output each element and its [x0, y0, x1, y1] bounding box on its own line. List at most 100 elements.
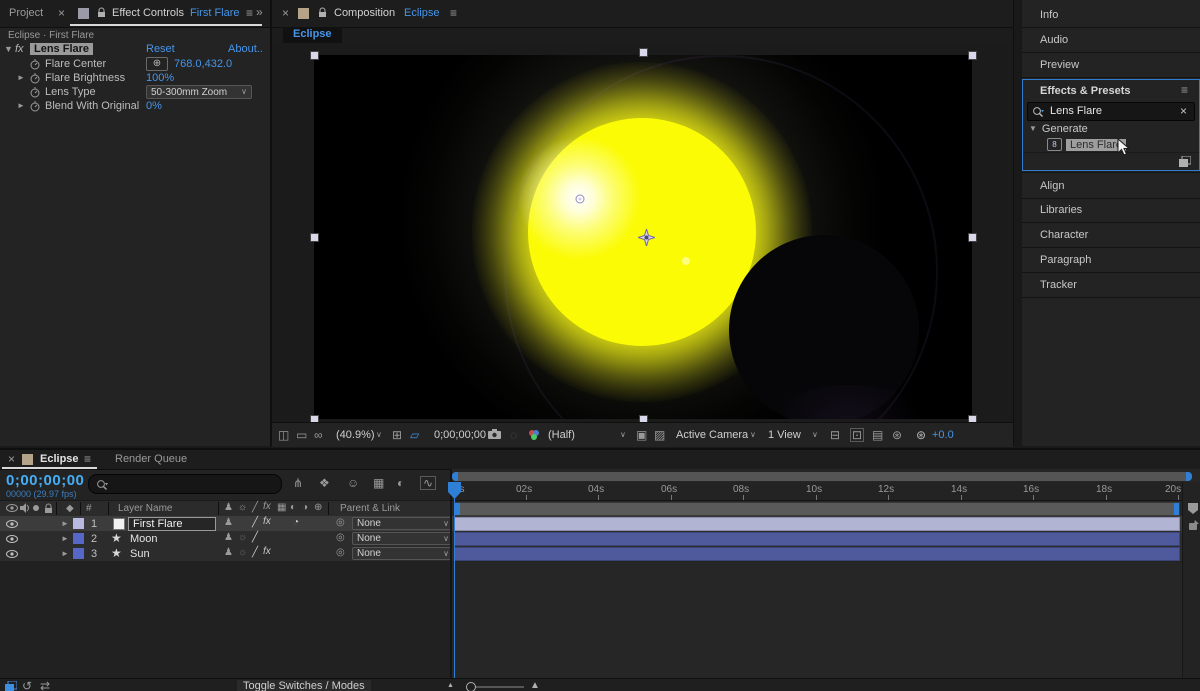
expand-property-icon[interactable]: ►: [17, 74, 25, 82]
lock-icon[interactable]: [97, 7, 106, 18]
threed-column-icon[interactable]: ⊕: [314, 503, 322, 513]
quality-toggle[interactable]: ╱: [252, 548, 258, 558]
parent-dropdown[interactable]: None ∨: [352, 547, 454, 560]
shy-column-icon[interactable]: ♟: [224, 503, 233, 513]
effects-search-box[interactable]: Lens Flare ×: [1027, 102, 1195, 121]
expand-property-icon[interactable]: ►: [17, 102, 25, 110]
shy-toggle[interactable]: ♟: [224, 548, 233, 558]
layer-label-chip[interactable]: [73, 518, 84, 529]
comp-timecode[interactable]: 0;00;00;00: [434, 429, 486, 441]
collapse-group-icon[interactable]: ▼: [1029, 125, 1037, 133]
tab-render-queue[interactable]: Render Queue: [115, 453, 187, 465]
selection-handle[interactable]: [968, 51, 977, 60]
effects-group-generate[interactable]: ▼ Generate: [1023, 122, 1199, 136]
work-area-start[interactable]: [455, 503, 460, 515]
layer-list-empty[interactable]: [0, 561, 450, 678]
parent-dropdown[interactable]: None ∨: [352, 532, 454, 545]
selection-handle[interactable]: [968, 415, 977, 422]
motion-blur-toggle[interactable]: ◔: [293, 518, 299, 528]
zoom-out-mountain-icon[interactable]: ▲: [447, 682, 454, 689]
draft-3d-icon[interactable]: ❖: [319, 477, 330, 489]
clear-search-icon[interactable]: ×: [1180, 105, 1187, 117]
navigator-start-handle[interactable]: [452, 472, 458, 481]
snapshot-camera-icon[interactable]: [488, 429, 501, 439]
view-layout-value[interactable]: 1 View: [768, 429, 801, 441]
timeline-graph-icon[interactable]: ⊛: [892, 429, 902, 441]
exposure-icon[interactable]: ⊛: [916, 429, 926, 441]
sidebar-item-libraries[interactable]: Libraries: [1022, 197, 1200, 223]
expand-effect-icon[interactable]: ▼: [4, 45, 13, 54]
lock-column-icon[interactable]: [44, 503, 53, 514]
stopwatch-icon[interactable]: [30, 73, 40, 84]
grid-guides-icon[interactable]: ⊞: [392, 429, 402, 441]
tab-timeline-eclipse[interactable]: Eclipse: [40, 453, 79, 465]
label-column-icon[interactable]: ◆: [66, 504, 74, 514]
quality-toggle[interactable]: ╱: [252, 518, 258, 528]
number-column-header[interactable]: #: [86, 503, 92, 514]
tab-composition[interactable]: Composition: [334, 7, 395, 19]
resolution-value[interactable]: (Half): [548, 429, 575, 441]
zoom-in-mountain-icon[interactable]: ▲: [530, 681, 540, 691]
eye-icon[interactable]: [6, 550, 18, 558]
selection-handle[interactable]: [310, 233, 319, 242]
transparency-grid-icon[interactable]: ▨: [654, 429, 665, 441]
lock-icon[interactable]: [318, 7, 327, 18]
layered-panels-icon[interactable]: ◫: [278, 429, 289, 441]
playhead-handle[interactable]: [448, 482, 461, 499]
effect-reset-link[interactable]: Reset: [146, 43, 175, 55]
layer-label-chip[interactable]: [73, 533, 84, 544]
tab-effect-controls-target[interactable]: First Flare: [190, 7, 240, 19]
layer-bar-moon[interactable]: [454, 532, 1180, 546]
expand-transfer-pane-icon[interactable]: ↺: [22, 680, 32, 691]
sidebar-item-character[interactable]: Character: [1022, 222, 1200, 248]
sidebar-item-tracker[interactable]: Tracker: [1022, 272, 1200, 298]
monitor-icon[interactable]: ▭: [296, 429, 307, 441]
goggles-icon[interactable]: ∞: [314, 429, 323, 441]
sidebar-item-preview[interactable]: Preview: [1022, 52, 1200, 78]
view-camera-value[interactable]: Active Camera: [676, 429, 748, 441]
selection-handle[interactable]: [310, 51, 319, 60]
parent-link-column-header[interactable]: Parent & Link: [340, 503, 400, 514]
adjustment-column-icon[interactable]: ◑: [302, 503, 308, 513]
shy-toggle[interactable]: ♟: [224, 518, 233, 528]
panel-group-chip[interactable]: [78, 8, 89, 19]
effects-result-row[interactable]: 8 Lens Flare: [1023, 137, 1199, 152]
selection-handle[interactable]: [639, 48, 648, 57]
panel-group-chip[interactable]: [22, 454, 33, 465]
property-value[interactable]: 0%: [146, 100, 162, 112]
time-navigator[interactable]: [452, 472, 1192, 481]
quality-column-icon[interactable]: ╱: [252, 503, 258, 513]
frame-blending-icon[interactable]: ▦: [373, 477, 384, 489]
chevron-down-icon[interactable]: ∨: [620, 431, 626, 439]
panel-menu-icon[interactable]: ≡: [450, 7, 457, 19]
panel-group-chip[interactable]: [298, 8, 309, 19]
panel-menu-icon[interactable]: ≡: [84, 453, 91, 465]
fx-toggle[interactable]: fx: [263, 547, 271, 557]
fast-previews-icon[interactable]: ▤: [872, 429, 883, 441]
fx-column-icon[interactable]: fx: [263, 502, 271, 512]
exposure-value[interactable]: +0.0: [932, 429, 954, 441]
parent-dropdown[interactable]: None ∨: [352, 517, 454, 530]
effect-about-link[interactable]: About..: [228, 43, 263, 55]
layer-label-chip[interactable]: [73, 548, 84, 559]
more-panels-icon[interactable]: »: [256, 6, 263, 18]
sidebar-item-info[interactable]: Info: [1022, 2, 1200, 28]
shy-layers-icon[interactable]: ☺: [347, 477, 359, 489]
layer-name-column-header[interactable]: Layer Name: [118, 503, 172, 514]
property-value[interactable]: 100%: [146, 72, 174, 84]
expand-inout-pane-icon[interactable]: ⇄: [40, 680, 50, 691]
motion-blur-column-icon[interactable]: ◐: [290, 503, 296, 513]
tab-effect-controls[interactable]: Effect Controls: [112, 7, 184, 19]
close-icon[interactable]: ×: [8, 453, 15, 465]
new-preset-icon[interactable]: [1179, 156, 1191, 167]
comp-button-icon[interactable]: [1187, 520, 1199, 531]
magnification-value[interactable]: (40.9%): [336, 429, 375, 441]
effects-presets-header[interactable]: Effects & Presets ≡: [1023, 80, 1199, 101]
panel-menu-icon[interactable]: ≡: [246, 7, 253, 19]
solo-column-icon[interactable]: [33, 505, 39, 511]
layer-name[interactable]: Sun: [130, 548, 150, 560]
sidebar-item-paragraph[interactable]: Paragraph: [1022, 247, 1200, 273]
graph-editor-icon[interactable]: ∿: [420, 476, 436, 490]
work-area-end[interactable]: [1174, 503, 1179, 515]
current-timecode[interactable]: 0;00;00;00: [6, 472, 84, 489]
